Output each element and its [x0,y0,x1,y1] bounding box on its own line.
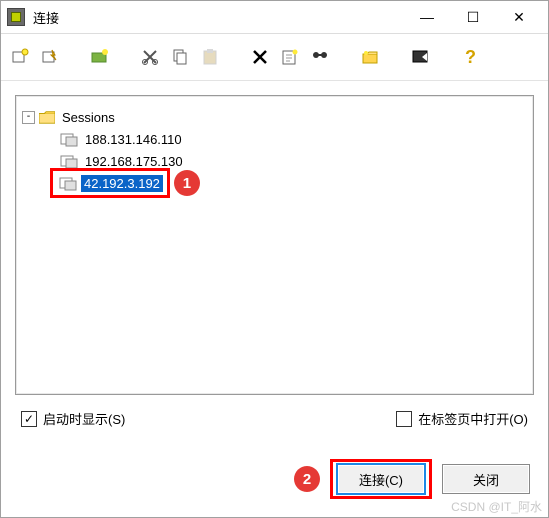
tree-root-label: Sessions [59,109,118,126]
connect-button-highlight: 连接(C) [330,459,432,499]
tree-item-0[interactable]: 188.131.146.110 [60,128,527,150]
close-button[interactable]: 关闭 [442,464,530,494]
delete-icon[interactable] [249,46,271,68]
tree-item-label-selected: 42.192.3.192 [81,175,163,192]
collapse-icon[interactable]: - [22,111,35,124]
open-in-tab-label: 在标签页中打开(O) [418,409,528,428]
find-icon[interactable] [309,46,331,68]
session-icon [60,153,78,169]
tree-item-label: 192.168.175.130 [82,153,186,170]
tree-item-label: 188.131.146.110 [82,131,185,148]
maximize-button[interactable]: ☐ [450,3,496,31]
checkbox-checked-icon: ✓ [21,411,37,427]
quick-connect-icon[interactable] [39,46,61,68]
cut-icon[interactable] [139,46,161,68]
startup-show-label: 启动时显示(S) [43,409,125,428]
close-window-button[interactable]: ✕ [496,3,542,31]
checkbox-unchecked-icon [396,411,412,427]
open-in-tab-checkbox[interactable]: 在标签页中打开(O) [396,409,528,428]
toolbar: ? [1,34,548,81]
tree-root-sessions[interactable]: - Sessions [22,106,527,128]
new-folder-icon[interactable] [89,46,111,68]
dialog-window: 连接 — ☐ ✕ [0,0,549,518]
create-shortcut-icon[interactable] [409,46,431,68]
minimize-button[interactable]: — [404,3,450,31]
callout-badge-1: 1 [174,170,200,196]
session-tree[interactable]: - Sessions 188.131.146.110 192.168.175.1… [15,95,534,395]
selection-highlight-box: 42.192.3.192 [50,168,170,198]
session-icon [59,175,77,191]
connect-button[interactable]: 连接(C) [336,463,426,495]
copy-icon[interactable] [169,46,191,68]
window-controls: — ☐ ✕ [404,3,542,31]
callout-badge-2: 2 [294,466,320,492]
session-icon [60,131,78,147]
paste-icon[interactable] [199,46,221,68]
checkbox-row: ✓ 启动时显示(S) 在标签页中打开(O) [15,409,534,428]
watermark-text: CSDN @IT_阿水 [451,498,542,515]
properties-icon[interactable] [359,46,381,68]
footer-buttons: 2 连接(C) 关闭 [290,459,530,499]
startup-show-checkbox[interactable]: ✓ 启动时显示(S) [21,409,125,428]
window-title: 连接 [33,8,404,27]
tree-item-2-selected[interactable]: 42.192.3.192 1 [50,172,527,194]
rename-icon[interactable] [279,46,301,68]
content-area: - Sessions 188.131.146.110 192.168.175.1… [1,81,548,442]
new-session-icon[interactable] [9,46,31,68]
title-bar: 连接 — ☐ ✕ [1,1,548,34]
folder-icon [39,110,55,124]
help-icon[interactable]: ? [459,46,481,68]
svg-text:?: ? [465,47,476,67]
app-icon [7,8,25,26]
